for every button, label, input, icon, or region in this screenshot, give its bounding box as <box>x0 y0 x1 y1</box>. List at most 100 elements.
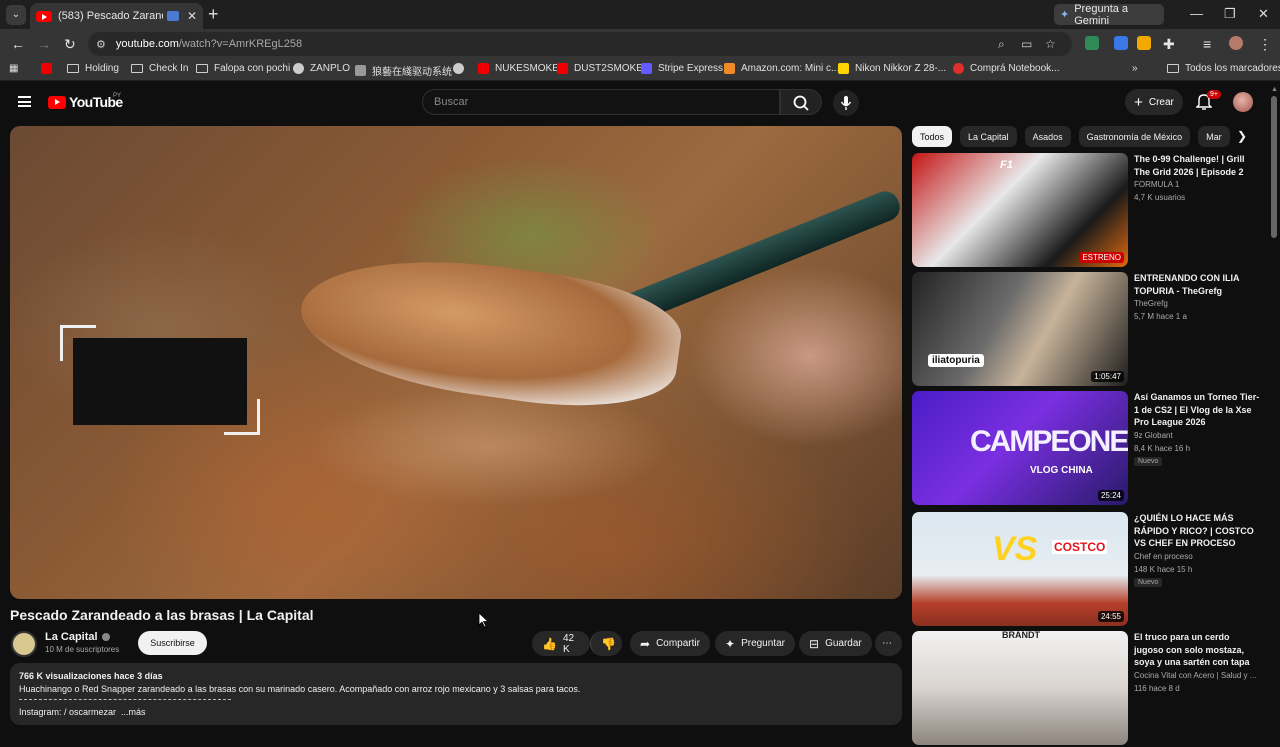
share-button[interactable]: ➦ Compartir <box>630 631 710 656</box>
chip-gastronomia[interactable]: Gastronomía de México <box>1078 126 1191 147</box>
extension-icon[interactable] <box>1114 36 1128 50</box>
youtube-icon <box>478 63 489 74</box>
bookmark-falopa[interactable]: Falopa con pochi <box>196 63 290 74</box>
save-button[interactable]: ⊟ Guardar <box>799 631 872 656</box>
apps-grid-icon[interactable]: ▦ <box>9 63 18 74</box>
video-thumbnail[interactable]: CAMPEONES VLOG CHINA 25:24 <box>912 391 1128 505</box>
gemini-label: Pregunta a Gemini <box>1074 2 1129 27</box>
youtube-play-icon <box>48 95 66 109</box>
bookmark-amazon[interactable]: Amazon.com: Mini c... <box>724 63 839 74</box>
like-button[interactable]: 👍 42 K <box>532 631 590 656</box>
instagram-link[interactable]: Instagram: / oscarmezar <box>19 707 116 717</box>
new-badge: Nuevo <box>1134 578 1163 587</box>
bookmark-youtube[interactable] <box>41 63 58 74</box>
more-actions-button[interactable]: ⋯ <box>875 631 902 656</box>
tab-search-icon[interactable]: ⌄ <box>6 4 26 25</box>
all-bookmarks[interactable]: Todos los marcadores <box>1167 63 1280 74</box>
bookmark-driver[interactable]: 狼藝在綫驱动系统 <box>355 63 452 78</box>
extensions-puzzle-icon[interactable]: ✚ <box>1163 36 1175 53</box>
gemini-button[interactable]: ✦ Pregunta a Gemini <box>1054 2 1164 27</box>
bookmarks-bar: ▦ Holding Check In Falopa con pochi ZANP… <box>0 59 1280 81</box>
chip-la-capital[interactable]: La Capital <box>960 126 1017 147</box>
page-scrollbar[interactable] <box>1271 96 1277 238</box>
dislike-button[interactable]: 👎 <box>590 631 622 656</box>
channel-name-row[interactable]: La Capital <box>45 631 110 643</box>
nikon-icon <box>838 63 849 74</box>
close-window-icon[interactable]: ✕ <box>1258 6 1269 22</box>
video-thumbnail[interactable]: BRANDT <box>912 631 1128 745</box>
bookmark-stripe[interactable]: Stripe Express <box>641 63 723 74</box>
tab-media-icon[interactable] <box>167 11 179 21</box>
search-placeholder: Buscar <box>434 96 469 108</box>
reload-icon[interactable]: ↻ <box>64 36 76 53</box>
recommendation-item[interactable]: BRANDT El truco para un cerdo jugoso con… <box>912 631 1262 747</box>
recommendation-item[interactable]: F1 ESTRENO The 0-99 Challenge! | Grill T… <box>912 153 1262 269</box>
address-bar[interactable]: ⚙ youtube.com/watch?v=AmrKREgL258 ⌕ ▭ ☆ <box>88 32 1072 56</box>
voice-search-button[interactable] <box>833 90 859 116</box>
zoom-icon[interactable]: ⌕ <box>998 37 1005 52</box>
thumbs-down-icon: 👎 <box>601 636 616 651</box>
bookmark-zanplo[interactable]: ZANPLO <box>293 63 350 74</box>
browser-tab-active[interactable]: (583) Pescado Zarandeado a ✕ <box>30 3 203 29</box>
bookmark-holding[interactable]: Holding <box>67 63 119 74</box>
thumbnail-text: CAMPEONES <box>970 425 1128 458</box>
bookmark-dust2smoke[interactable]: DUST2SMOKE <box>557 63 643 74</box>
subscriber-count: 10 M de suscriptores <box>45 645 120 654</box>
video-thumbnail[interactable]: iliatopuria 1:05:47 <box>912 272 1128 386</box>
youtube-logo[interactable]: YouTube <box>48 94 123 110</box>
bookmarks-overflow-icon[interactable]: » <box>1132 63 1138 74</box>
search-button[interactable] <box>780 89 822 115</box>
subscribe-button[interactable]: Suscribirse <box>138 631 207 655</box>
recommendation-title: The 0-99 Challenge! | Grill The Grid 202… <box>1134 154 1245 177</box>
extension-icon[interactable] <box>1085 36 1099 50</box>
bookmark-label: Todos los marcadores <box>1185 63 1280 74</box>
menu-icon[interactable] <box>18 96 31 107</box>
chip-asados[interactable]: Asados <box>1024 126 1071 147</box>
url-path: /watch?v=AmrKREgL258 <box>178 38 303 50</box>
site-info-icon[interactable]: ⚙ <box>96 38 106 51</box>
bookmark-label: Nikon Nikkor Z 28-... <box>855 63 947 74</box>
description-box[interactable]: 766 K visualizaciones hace 3 días Huachi… <box>10 663 902 725</box>
channel-avatar[interactable] <box>11 631 37 657</box>
recommendation-item[interactable]: iliatopuria 1:05:47 ENTRENANDO CON ILIA … <box>912 272 1262 388</box>
share-icon: ➦ <box>640 636 651 651</box>
media-controls-icon[interactable]: ≡ <box>1203 36 1211 52</box>
video-thumbnail[interactable]: F1 ESTRENO <box>912 153 1128 267</box>
forward-icon[interactable]: → <box>37 36 51 52</box>
cast-icon[interactable]: ▭ <box>1021 37 1032 51</box>
bookmark-nikon[interactable]: Nikon Nikkor Z 28-... <box>838 63 946 74</box>
recommendation-channel: 9z Globant <box>1134 431 1173 440</box>
minimize-icon[interactable]: — <box>1190 6 1203 21</box>
video-player[interactable] <box>10 126 902 599</box>
video-thumbnail[interactable]: VS COSTCO 24:55 <box>912 512 1128 626</box>
chip-todos[interactable]: Todos <box>912 126 953 147</box>
back-icon[interactable]: ← <box>11 36 25 52</box>
store-icon <box>953 63 964 74</box>
chevron-right-icon[interactable]: ❯ <box>1237 129 1247 143</box>
recommendation-stats: 4,7 K usuarios <box>1134 193 1186 202</box>
scroll-up-arrow[interactable]: ▲ <box>1271 86 1278 93</box>
ask-button[interactable]: ✦ Preguntar <box>715 631 795 656</box>
show-more-link[interactable]: ...más <box>121 707 146 717</box>
description-divider <box>19 699 231 700</box>
account-avatar[interactable] <box>1233 92 1253 112</box>
search-input[interactable]: Buscar <box>422 89 780 115</box>
new-tab-button[interactable]: + <box>208 5 219 23</box>
tab-close-icon[interactable]: ✕ <box>187 9 197 23</box>
bookmark-globe[interactable] <box>453 63 470 74</box>
thumbnail-subtext: COSTCO <box>1052 540 1108 554</box>
bookmark-notebook[interactable]: Comprá Notebook... <box>953 63 1060 74</box>
browser-menu-icon[interactable]: ⋮ <box>1258 36 1272 53</box>
bookmark-check-in[interactable]: Check In <box>131 63 188 74</box>
recommendation-channel: Cocina Vital con Acero | Salud y ... <box>1134 671 1257 680</box>
recommendation-item[interactable]: CAMPEONES VLOG CHINA 25:24 Así Ganamos u… <box>912 391 1262 507</box>
create-button[interactable]: + Crear <box>1125 89 1183 115</box>
recommendation-item[interactable]: VS COSTCO 24:55 ¿QUIÉN LO HACE MÁS RÁPID… <box>912 512 1262 628</box>
profile-avatar[interactable] <box>1229 36 1243 50</box>
bookmark-star-icon[interactable]: ☆ <box>1045 37 1056 51</box>
extension-icon[interactable] <box>1137 36 1151 50</box>
folder-icon <box>131 64 143 73</box>
maximize-icon[interactable]: ❐ <box>1224 6 1236 22</box>
chip-mar[interactable]: Mar <box>1198 126 1230 147</box>
bookmark-nukesmoke[interactable]: NUKESMOKE <box>478 63 559 74</box>
